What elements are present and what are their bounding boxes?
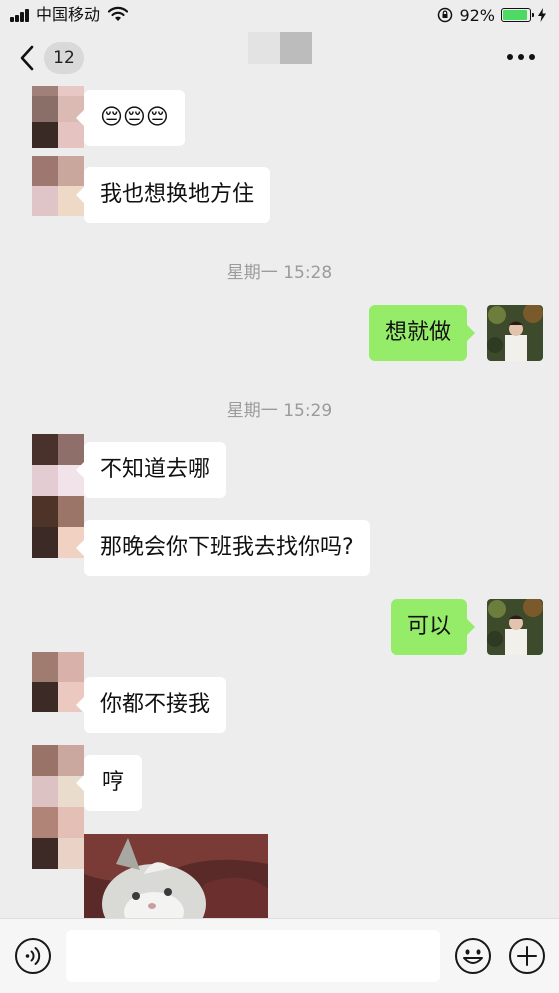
unread-count-badge[interactable]: 12 xyxy=(44,42,84,74)
battery-percent: 92% xyxy=(459,5,495,25)
message-bubble[interactable]: 想就做 xyxy=(369,305,476,361)
emoji-icon[interactable] xyxy=(454,937,492,975)
message-bubble[interactable]: 可以 xyxy=(391,599,476,655)
user-avatar[interactable] xyxy=(487,305,543,361)
wifi-icon xyxy=(108,6,128,21)
message-list[interactable]: 😔😔😔 我也想换地方住 星期一 15:28 想就做 星期一 15:29 不知道去… xyxy=(0,86,559,918)
user-avatar[interactable] xyxy=(487,599,543,655)
input-bar xyxy=(0,918,559,993)
message-bubble[interactable]: 😔😔😔 xyxy=(76,90,185,146)
image-message[interactable] xyxy=(84,834,268,918)
message-bubble[interactable]: 那晚会你下班我去找你吗? xyxy=(76,520,370,576)
signal-icon xyxy=(10,9,32,22)
status-bar: 中国移动 92% xyxy=(0,0,559,30)
orientation-lock-icon xyxy=(438,7,453,23)
carrier-name: 中国移动 xyxy=(36,5,101,24)
more-icon[interactable] xyxy=(507,54,535,62)
voice-icon[interactable] xyxy=(14,937,52,975)
message-input[interactable] xyxy=(66,930,440,982)
message-bubble[interactable]: 不知道去哪 xyxy=(75,442,227,498)
battery-icon xyxy=(501,8,534,22)
contact-avatar[interactable] xyxy=(32,745,84,869)
charging-icon xyxy=(538,8,546,22)
contact-name-blurred xyxy=(248,32,312,64)
contact-avatar[interactable] xyxy=(32,156,84,216)
message-bubble[interactable]: 我也想换地方住 xyxy=(75,167,271,223)
back-button[interactable] xyxy=(18,44,38,72)
add-icon[interactable] xyxy=(508,937,546,975)
timestamp: 星期一 15:29 xyxy=(226,401,333,421)
timestamp: 星期一 15:28 xyxy=(226,263,333,283)
message-bubble[interactable]: 你都不接我 xyxy=(75,677,227,733)
message-bubble[interactable]: 哼 xyxy=(75,755,143,811)
chat-header: 12 xyxy=(0,30,559,86)
